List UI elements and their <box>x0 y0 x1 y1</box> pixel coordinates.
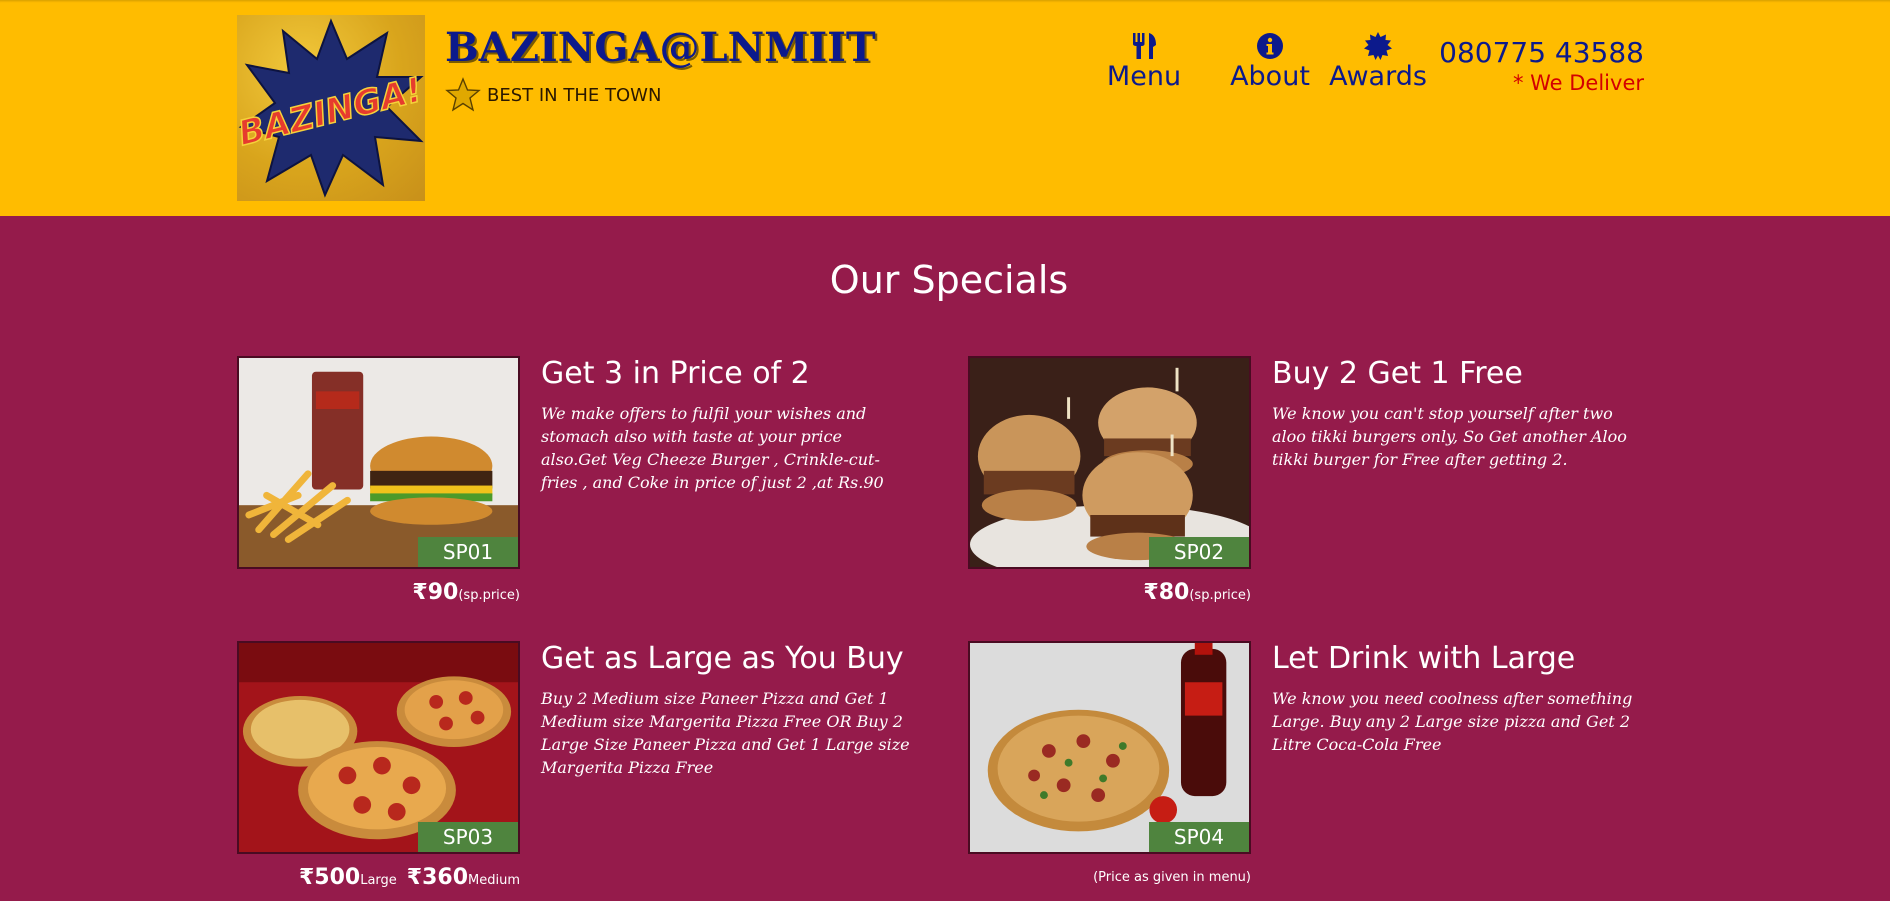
nav-menu[interactable]: Menu <box>1106 30 1182 92</box>
special-card: SP02 Buy 2 Get 1 Free We know you can't … <box>968 356 1668 616</box>
price-value: ₹90 <box>412 580 459 605</box>
deliver-note: * We Deliver <box>1512 71 1644 95</box>
special-code-badge: SP02 <box>1149 537 1249 567</box>
nav-about-label: About <box>1230 61 1310 92</box>
special-description: Buy 2 Medium size Paneer Pizza and Get 1… <box>541 689 910 777</box>
special-card: SP03 Get as Large as You Buy Buy 2 Mediu… <box>237 641 937 901</box>
bazinga-burst-icon: BAZINGA! <box>237 18 425 198</box>
special-card: SP04 Let Drink with Large We know you ne… <box>968 641 1668 901</box>
nav-menu-label: Menu <box>1106 61 1182 92</box>
special-price: ₹500Large ₹360Medium <box>299 865 520 890</box>
special-image-burgers[interactable]: SP02 <box>968 356 1251 569</box>
nav-awards-label: Awards <box>1329 61 1427 92</box>
section-title: Our Specials <box>829 258 1069 302</box>
special-image-pizzas[interactable]: SP03 <box>237 641 520 854</box>
special-description: We make offers to fulfil your wishes and… <box>541 404 884 492</box>
special-title: Get as Large as You Buy <box>541 641 904 676</box>
special-title: Let Drink with Large <box>1272 641 1576 676</box>
info-circle-icon <box>1256 30 1284 62</box>
price-note: (sp.price) <box>1189 588 1251 603</box>
site-header: BAZINGA! BAZINGA@LNMIIT BEST IN THE TOWN… <box>0 0 1890 216</box>
special-price: ₹80(sp.price) <box>1143 580 1251 605</box>
brand-logo[interactable]: BAZINGA! <box>237 15 425 201</box>
tagline: BEST IN THE TOWN <box>445 77 661 113</box>
price-note: (sp.price) <box>458 588 520 603</box>
certificate-icon <box>1363 30 1393 62</box>
special-image-combo[interactable]: SP01 <box>237 356 520 569</box>
nav-about[interactable]: About <box>1214 30 1326 92</box>
special-price-note: (Price as given in menu) <box>1093 870 1251 885</box>
price-large-value: ₹500 <box>298 865 361 890</box>
price-large-label: Large <box>360 873 397 888</box>
special-code-badge: SP03 <box>418 822 518 852</box>
special-price: ₹90(sp.price) <box>412 580 520 605</box>
brand-name[interactable]: BAZINGA@LNMIIT <box>445 24 876 71</box>
price-medium-value: ₹360 <box>406 865 469 890</box>
tagline-text: BEST IN THE TOWN <box>487 84 662 106</box>
special-image-pizza-coke[interactable]: SP04 <box>968 641 1251 854</box>
price-medium-label: Medium <box>468 873 520 888</box>
nav-awards[interactable]: Awards <box>1328 30 1428 92</box>
star-icon <box>445 77 481 112</box>
special-code-badge: SP04 <box>1149 822 1249 852</box>
special-code-badge: SP01 <box>418 537 518 567</box>
utensils-icon <box>1129 30 1159 62</box>
special-description: We know you need coolness after somethin… <box>1272 689 1633 754</box>
phone-number[interactable]: 080775 43588 <box>1439 36 1644 70</box>
special-card: SP01 Get 3 in Price of 2 We make offers … <box>237 356 937 616</box>
special-description: We know you can't stop yourself after tw… <box>1272 404 1627 469</box>
price-value: ₹80 <box>1143 580 1190 605</box>
special-title: Buy 2 Get 1 Free <box>1272 356 1523 391</box>
special-title: Get 3 in Price of 2 <box>541 356 810 391</box>
contact-block: 080775 43588 * We Deliver <box>1439 36 1644 96</box>
